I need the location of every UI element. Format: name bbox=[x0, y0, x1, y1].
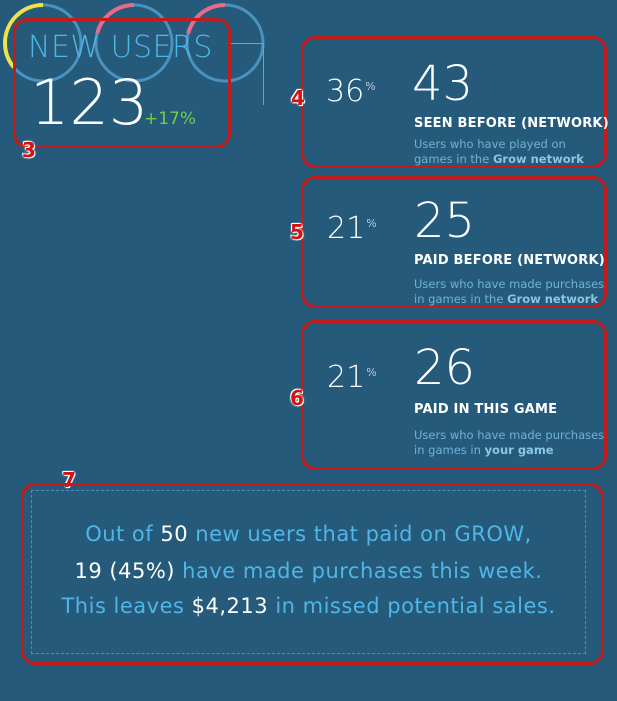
stat-title: SEEN BEFORE (NETWORK) bbox=[414, 116, 609, 131]
connector-line bbox=[263, 43, 264, 105]
percent-label: 36% bbox=[326, 74, 376, 109]
annotation-badge-6: 6 bbox=[290, 386, 304, 410]
stat-description: Users who have made purchases in games in… bbox=[414, 428, 605, 457]
summary-line-2: 19 (45%) have made purchases this week. bbox=[74, 559, 543, 583]
stat-description: Users who have played on games in the Gro… bbox=[414, 137, 584, 166]
new-users-count: 123 bbox=[30, 66, 149, 139]
new-users-delta: +17% bbox=[144, 109, 197, 129]
annotation-badge-4: 4 bbox=[291, 86, 305, 110]
annotation-badge-5: 5 bbox=[290, 220, 304, 244]
stat-value: 25 bbox=[414, 193, 476, 249]
new-users-title: NEW USERS bbox=[28, 30, 213, 65]
summary-line-1: Out of 50 new users that paid on GROW, bbox=[85, 522, 532, 546]
stat-description: Users who have made purchases in games in… bbox=[414, 277, 605, 306]
percent-label: 21% bbox=[327, 211, 377, 246]
stat-title: PAID IN THIS GAME bbox=[414, 402, 558, 417]
stat-title: PAID BEFORE (NETWORK) bbox=[414, 253, 605, 268]
connector-line bbox=[231, 43, 263, 44]
percent-label: 21% bbox=[327, 360, 377, 395]
stat-value: 43 bbox=[412, 56, 474, 112]
annotation-badge-3: 3 bbox=[22, 138, 36, 162]
stat-value: 26 bbox=[414, 340, 476, 396]
summary-line-3: This leaves $4,213 in missed potential s… bbox=[61, 594, 556, 618]
